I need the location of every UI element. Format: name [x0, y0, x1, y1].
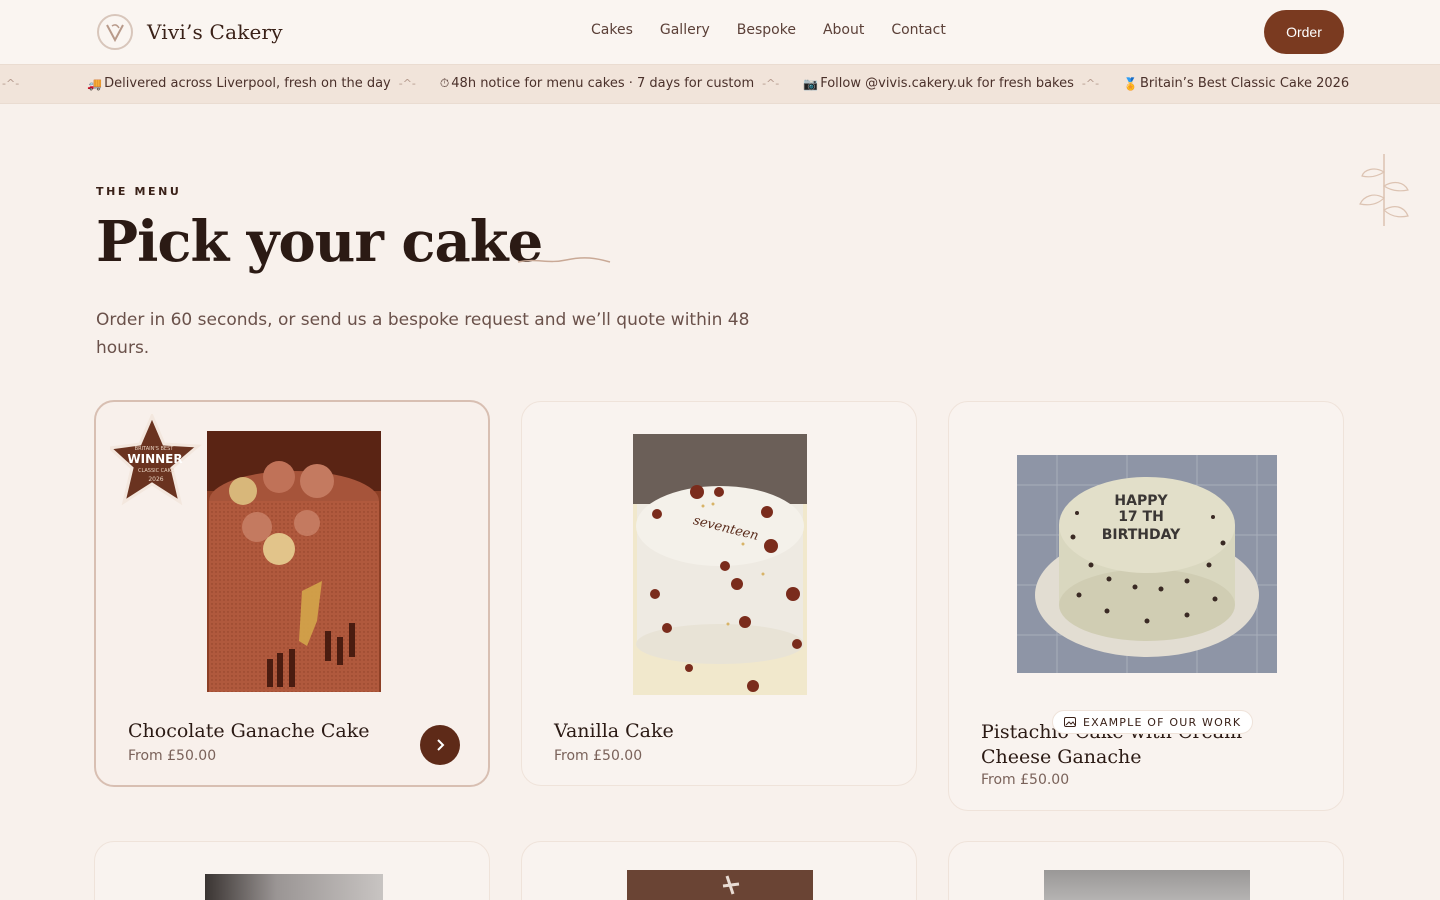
- svg-text:2026: 2026: [148, 476, 163, 483]
- site-header: Vivi’s Cakery Cakes Gallery Bespoke Abou…: [0, 0, 1440, 64]
- example-badge: EXAMPLE OF OUR WORK: [1052, 710, 1254, 734]
- card-title: Vanilla Cake: [554, 720, 674, 742]
- brand-name: Vivi’s Cakery: [147, 20, 283, 44]
- brand-logo-icon: [97, 14, 133, 50]
- ticker-item: ⏱ 48h notice for menu cakes · 7 days for…: [439, 76, 755, 91]
- section-eyebrow: THE MENU: [96, 185, 182, 198]
- card-price: From £50.00: [128, 748, 217, 764]
- order-button[interactable]: Order: [1264, 10, 1344, 54]
- camera-icon: 📷: [803, 76, 819, 91]
- leaf-decoration-icon: [1359, 154, 1409, 226]
- svg-text:WINNER: WINNER: [127, 452, 182, 466]
- ticker-separator-icon: l -^-: [0, 77, 20, 90]
- nav-about[interactable]: About: [823, 22, 864, 38]
- ticker-item: 🏅 Britain’s Best Classic Cake 2026: [1123, 76, 1350, 91]
- nav-cakes[interactable]: Cakes: [591, 22, 633, 38]
- swash-decoration-icon: [517, 257, 611, 263]
- pistachio-cake-image: HAPPY 17 TH BIRTHDAY: [1017, 455, 1277, 673]
- main-nav: Cakes Gallery Bespoke About Contact: [591, 22, 973, 38]
- winner-badge-icon: BRITAIN'S BEST WINNER CLASSIC CAKE 2026: [110, 414, 202, 506]
- announcement-ticker: l -^- 🚚 Delivered across Liverpool, fres…: [0, 64, 1440, 104]
- page-title: Pick your cake: [96, 209, 543, 275]
- svg-text:HAPPY: HAPPY: [1114, 493, 1168, 509]
- cake-card[interactable]: [94, 841, 490, 900]
- vanilla-cake-image: seventeen: [633, 434, 807, 695]
- card-price: From £50.00: [554, 748, 643, 764]
- svg-text:17 TH: 17 TH: [1118, 509, 1164, 525]
- cake-image: [627, 870, 813, 900]
- nav-contact[interactable]: Contact: [891, 22, 945, 38]
- cake-card-vanilla[interactable]: seventeen Vanilla Cake From £50.00: [521, 401, 917, 786]
- chocolate-cake-image: [207, 431, 381, 692]
- ticker-separator-icon: -^-: [762, 77, 780, 90]
- cake-image: [205, 874, 383, 900]
- card-title: Chocolate Ganache Cake: [128, 720, 370, 742]
- nav-bespoke[interactable]: Bespoke: [737, 22, 796, 38]
- svg-text:CLASSIC CAKE: CLASSIC CAKE: [138, 468, 174, 474]
- ticker-separator-icon: -^-: [398, 77, 416, 90]
- cake-image: [1044, 870, 1250, 900]
- svg-text:BIRTHDAY: BIRTHDAY: [1102, 527, 1181, 543]
- brand[interactable]: Vivi’s Cakery: [97, 14, 283, 50]
- delivery-truck-icon: 🚚: [87, 76, 103, 91]
- cake-card[interactable]: [521, 841, 917, 900]
- ticker-item: 📷 Follow @vivis.cakery.uk for fresh bake…: [803, 76, 1074, 91]
- nav-gallery[interactable]: Gallery: [660, 22, 710, 38]
- image-icon: [1064, 717, 1076, 727]
- page-subtitle: Order in 60 seconds, or send us a bespok…: [96, 310, 750, 358]
- cake-card-pistachio[interactable]: HAPPY 17 TH BIRTHDAY Pistachio Cake with…: [948, 401, 1344, 811]
- ticker-item: 🚚 Delivered across Liverpool, fresh on t…: [87, 76, 391, 91]
- cake-card[interactable]: [948, 841, 1344, 900]
- ticker-separator-icon: -^-: [1081, 77, 1100, 90]
- medal-icon: 🏅: [1123, 76, 1138, 91]
- card-price: From £50.00: [981, 772, 1070, 788]
- chevron-right-icon[interactable]: [420, 725, 460, 765]
- clock-icon: ⏱: [439, 76, 450, 90]
